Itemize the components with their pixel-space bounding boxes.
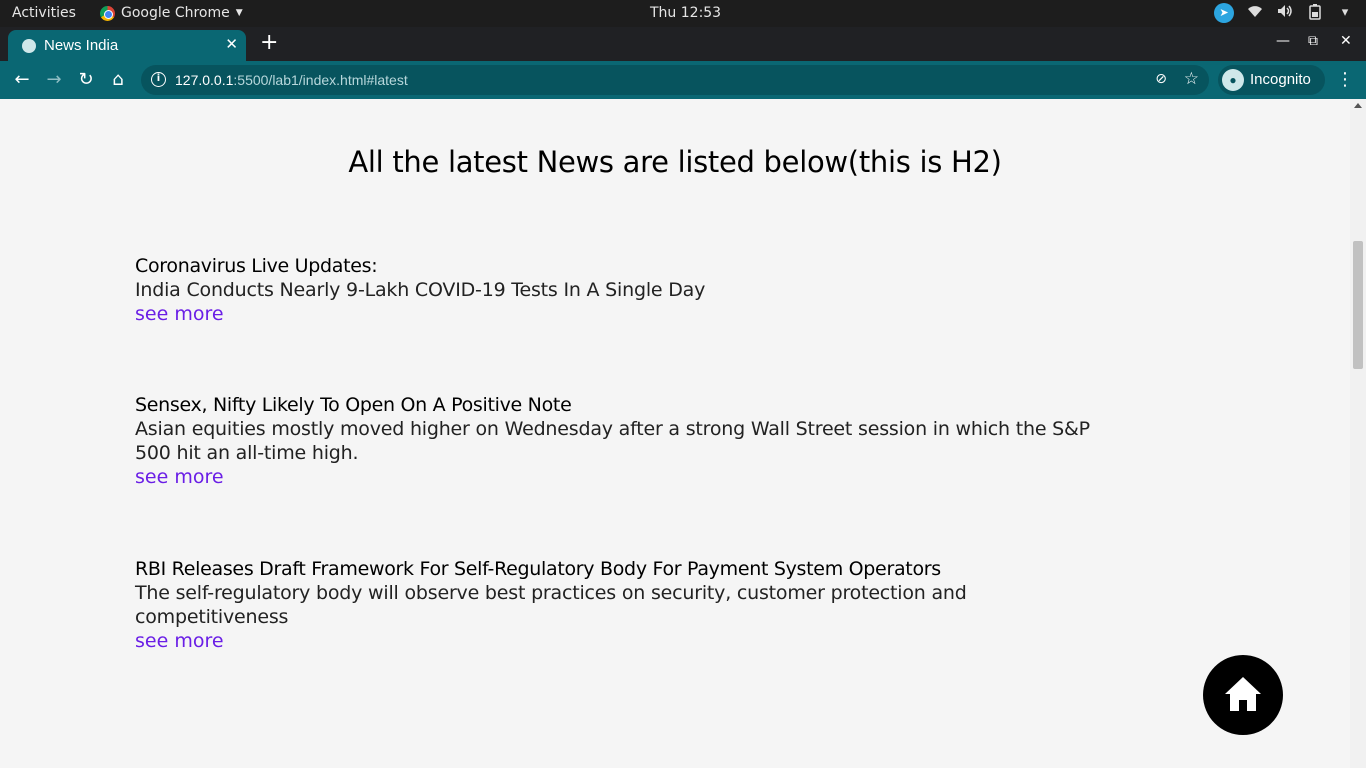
see-more-link[interactable]: see more xyxy=(135,302,224,326)
incognito-icon: ● xyxy=(1222,69,1244,91)
browser-toolbar: ← → ↻ ⌂ i 127.0.0.1:5500/lab1/index.html… xyxy=(0,61,1366,99)
page-viewport: All the latest News are listed below(thi… xyxy=(0,99,1350,768)
url-host: 127.0.0.1 xyxy=(175,72,234,88)
clock[interactable]: Thu 12:53 xyxy=(650,5,721,21)
article-headline: Sensex, Nifty Likely To Open On A Positi… xyxy=(135,394,572,416)
caret-down-icon: ▼ xyxy=(235,8,243,18)
url-text[interactable]: 127.0.0.1:5500/lab1/index.html#latest xyxy=(175,72,408,88)
wifi-icon[interactable] xyxy=(1246,4,1264,22)
home-icon xyxy=(1225,677,1261,711)
close-tab-icon[interactable]: ✕ xyxy=(225,35,238,53)
scrollbar-thumb[interactable] xyxy=(1353,241,1363,369)
more-menu-icon[interactable]: ⋮ xyxy=(1336,69,1354,90)
article-summary: The self-regulatory body will observe be… xyxy=(135,582,967,628)
minimize-icon[interactable]: — xyxy=(1276,33,1290,49)
see-more-link[interactable]: see more xyxy=(135,465,224,489)
tab-news-india[interactable]: News India ✕ xyxy=(8,30,246,61)
home-floating-button[interactable] xyxy=(1203,655,1283,735)
news-article: Coronavirus Live Updates: India Conducts… xyxy=(135,254,1095,326)
news-article: RBI Releases Draft Framework For Self-Re… xyxy=(135,557,1095,653)
news-article: Sensex, Nifty Likely To Open On A Positi… xyxy=(135,393,1095,489)
battery-icon[interactable] xyxy=(1306,4,1324,22)
forward-icon[interactable]: → xyxy=(43,69,65,90)
telegram-icon[interactable]: ➤ xyxy=(1214,3,1234,23)
globe-icon xyxy=(22,39,36,53)
restore-icon[interactable]: ⧉ xyxy=(1308,33,1318,49)
close-window-icon[interactable]: ✕ xyxy=(1340,33,1352,49)
new-tab-button[interactable]: + xyxy=(260,30,278,55)
eye-slash-icon[interactable]: ⊘ xyxy=(1155,71,1167,87)
volume-icon[interactable] xyxy=(1276,4,1294,22)
article-summary: India Conducts Nearly 9-Lakh COVID-19 Te… xyxy=(135,279,706,301)
tab-strip: News India ✕ xyxy=(0,27,1366,61)
latest-news-heading: All the latest News are listed below(thi… xyxy=(348,145,1002,179)
back-icon[interactable]: ← xyxy=(11,69,33,90)
system-top-bar: Activities Google Chrome ▼ Thu 12:53 ➤ ▾ xyxy=(0,0,1366,27)
app-menu[interactable]: Google Chrome ▼ xyxy=(100,5,243,21)
scroll-up-arrow-icon[interactable] xyxy=(1354,103,1362,108)
reload-icon[interactable]: ↻ xyxy=(75,69,97,90)
vertical-scrollbar[interactable] xyxy=(1350,99,1366,768)
info-icon[interactable]: i xyxy=(151,72,166,87)
article-headline: Coronavirus Live Updates: xyxy=(135,255,378,277)
system-menu-caret-icon[interactable]: ▾ xyxy=(1336,4,1354,22)
article-headline: RBI Releases Draft Framework For Self-Re… xyxy=(135,558,941,580)
app-name: Google Chrome xyxy=(121,5,230,21)
url-path: :5500/lab1/index.html#latest xyxy=(233,72,408,88)
incognito-profile-button[interactable]: ● Incognito xyxy=(1218,65,1325,95)
bookmark-star-icon[interactable]: ☆ xyxy=(1184,69,1199,89)
activities-button[interactable]: Activities xyxy=(12,5,76,21)
tab-title: News India xyxy=(44,37,119,54)
system-tray[interactable]: ➤ ▾ xyxy=(1214,3,1354,23)
incognito-label: Incognito xyxy=(1250,71,1311,88)
address-bar[interactable]: i 127.0.0.1:5500/lab1/index.html#latest … xyxy=(141,65,1209,95)
chrome-icon xyxy=(100,5,115,21)
article-summary: Asian equities mostly moved higher on We… xyxy=(135,418,1090,464)
home-icon[interactable]: ⌂ xyxy=(107,69,129,90)
see-more-link[interactable]: see more xyxy=(135,629,224,653)
